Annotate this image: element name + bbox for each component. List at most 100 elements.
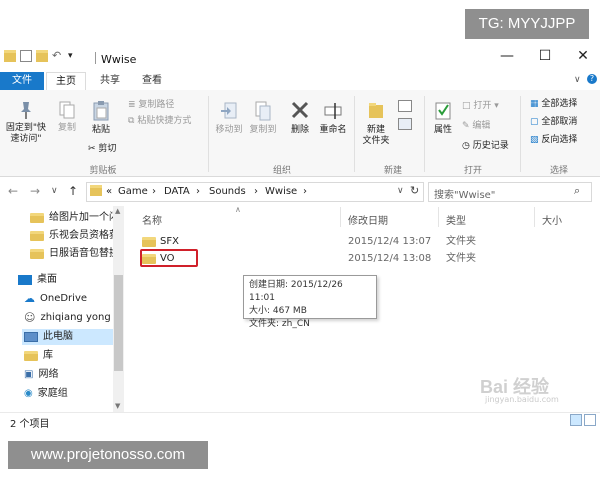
easy-access-icon[interactable] bbox=[398, 118, 412, 130]
rename-label: 重命名 bbox=[319, 125, 347, 135]
new-folder-icon[interactable] bbox=[36, 50, 48, 62]
move-to-button[interactable]: 移动到 bbox=[212, 100, 246, 136]
select-all-button[interactable]: ▦ 全部选择 bbox=[530, 98, 577, 111]
delete-button[interactable]: 删除 bbox=[286, 100, 314, 136]
nav-item-pinned-2[interactable]: 乐视会员资格获 bbox=[30, 228, 119, 244]
copy-button[interactable]: 复制 bbox=[54, 100, 80, 134]
maximize-button[interactable]: ☐ bbox=[531, 48, 559, 68]
cut-label: 剪切 bbox=[98, 144, 117, 154]
folder-icon[interactable] bbox=[4, 50, 16, 62]
select-none-button[interactable]: ▢ 全部取消 bbox=[530, 116, 577, 129]
breadcrumb-sep[interactable]: › bbox=[196, 186, 200, 197]
table-row[interactable]: SFX 2015/12/4 13:07 文件夹 bbox=[136, 233, 556, 251]
ribbon-collapse-icon[interactable]: ∨ bbox=[574, 75, 581, 85]
new-folder-label: 新建 文件夹 bbox=[362, 125, 390, 146]
breadcrumb-sounds[interactable]: Sounds bbox=[209, 186, 246, 197]
nav-item-pinned-1[interactable]: 给图片加一个闪 bbox=[30, 210, 119, 226]
file-type: 文件夹 bbox=[446, 253, 476, 264]
undo-icon[interactable]: ↶ bbox=[52, 50, 64, 62]
watermark-top: TG: MYYJJPP bbox=[465, 9, 589, 39]
select-all-label: 全部选择 bbox=[541, 99, 578, 109]
column-divider[interactable] bbox=[534, 207, 535, 227]
organize-group-label: 组织 bbox=[272, 166, 291, 176]
column-header-name[interactable]: 名称 bbox=[142, 212, 162, 227]
tooltip-folders: 文件夹: zh_CN bbox=[249, 319, 310, 329]
rename-button[interactable]: 重命名 bbox=[316, 100, 350, 136]
nav-item-desktop[interactable]: 桌面 bbox=[18, 272, 57, 288]
group-separator bbox=[354, 96, 355, 172]
details-view-icon[interactable] bbox=[570, 414, 582, 426]
paste-shortcut-icon: ⧉ bbox=[128, 116, 135, 126]
search-icon[interactable]: ⌕ bbox=[574, 184, 580, 198]
nav-item-network[interactable]: ▣ 网络 bbox=[24, 367, 58, 383]
tab-view[interactable]: 查看 bbox=[138, 72, 166, 90]
copy-to-button[interactable]: 复制到 bbox=[246, 100, 280, 136]
column-header-type[interactable]: 类型 bbox=[446, 212, 466, 227]
tab-file[interactable]: 文件 bbox=[0, 72, 44, 90]
forward-button[interactable]: → bbox=[30, 184, 40, 198]
large-icons-view-icon[interactable] bbox=[584, 414, 596, 426]
breadcrumb-wwise[interactable]: Wwise bbox=[265, 186, 297, 197]
help-icon[interactable]: ? bbox=[587, 74, 597, 84]
breadcrumb-sep[interactable]: › bbox=[254, 186, 258, 197]
copy-path-button[interactable]: ≣ 复制路径 bbox=[128, 99, 174, 112]
nav-scrollbar-thumb[interactable] bbox=[114, 275, 123, 371]
move-to-icon bbox=[221, 102, 237, 119]
nav-item-user[interactable]: ☺ zhiqiang yong bbox=[24, 310, 111, 326]
paste-shortcut-button[interactable]: ⧉ 粘贴快捷方式 bbox=[128, 115, 191, 128]
ribbon-tabs bbox=[0, 72, 600, 91]
history-button[interactable]: ◷ 历史记录 bbox=[462, 140, 509, 153]
minimize-button[interactable]: — bbox=[493, 48, 521, 68]
table-row[interactable]: VO 2015/12/4 13:08 文件夹 bbox=[136, 250, 556, 268]
cut-button[interactable]: ✂ 剪切 bbox=[88, 143, 116, 156]
properties-icon[interactable] bbox=[20, 50, 32, 62]
new-item-icon[interactable] bbox=[398, 100, 412, 112]
address-dropdown-icon[interactable]: ∨ bbox=[397, 186, 404, 196]
scroll-up-icon[interactable]: ▲ bbox=[115, 207, 120, 215]
refresh-icon[interactable]: ↻ bbox=[410, 184, 419, 197]
paste-shortcut-label: 粘贴快捷方式 bbox=[137, 116, 192, 126]
properties-label: 属性 bbox=[433, 125, 452, 135]
file-modified: 2015/12/4 13:08 bbox=[348, 253, 432, 264]
open-dropdown-icon: ▾ bbox=[494, 101, 499, 111]
recent-dropdown-icon[interactable]: ∨ bbox=[51, 186, 58, 196]
open-button[interactable]: □ 打开 ▾ bbox=[462, 100, 499, 113]
tooltip-created: 创建日期: 2015/12/26 11:01 bbox=[249, 280, 343, 303]
nav-item-libraries[interactable]: 库 bbox=[24, 348, 53, 364]
folder-icon bbox=[142, 237, 156, 247]
breadcrumb-sep[interactable]: › bbox=[152, 186, 156, 197]
up-button[interactable]: ↑ bbox=[68, 184, 78, 198]
breadcrumb-game[interactable]: Game bbox=[118, 186, 148, 197]
tab-home[interactable]: 主页 bbox=[46, 72, 86, 91]
close-button[interactable]: ✕ bbox=[569, 48, 597, 68]
paste-icon bbox=[93, 101, 109, 121]
new-group-label: 新建 bbox=[383, 166, 402, 176]
paste-button[interactable]: 粘贴 bbox=[86, 100, 116, 136]
nav-item-homegroup[interactable]: ◉ 家庭组 bbox=[24, 386, 68, 402]
invert-selection-button[interactable]: ▧ 反向选择 bbox=[530, 134, 577, 147]
new-folder-button[interactable]: 新建 文件夹 bbox=[358, 100, 394, 147]
tooltip-size: 大小: 467 MB bbox=[249, 306, 307, 316]
breadcrumb-data[interactable]: DATA bbox=[164, 186, 190, 197]
copy-to-icon bbox=[255, 101, 271, 121]
nav-item-this-pc[interactable]: 此电脑 bbox=[22, 329, 114, 345]
qat-dropdown-icon[interactable]: ▾ bbox=[68, 50, 80, 62]
nav-item-pinned-3[interactable]: 日服语音包替换 bbox=[30, 246, 119, 262]
column-divider[interactable] bbox=[438, 207, 439, 227]
breadcrumb-sep[interactable]: › bbox=[303, 186, 307, 197]
column-header-modified[interactable]: 修改日期 bbox=[348, 212, 388, 227]
edit-button[interactable]: ✎ 编辑 bbox=[462, 120, 490, 133]
back-button[interactable]: ← bbox=[8, 184, 18, 198]
column-header-size[interactable]: 大小 bbox=[542, 212, 562, 227]
status-bar bbox=[0, 412, 600, 431]
nav-item-onedrive[interactable]: ☁ OneDrive bbox=[24, 291, 87, 307]
nav-item-label: 家庭组 bbox=[37, 388, 68, 399]
breadcrumb-overflow[interactable]: « bbox=[106, 186, 112, 197]
column-divider[interactable] bbox=[340, 207, 341, 227]
tab-share[interactable]: 共享 bbox=[96, 72, 124, 90]
pin-label: 固定到"快 速访问" bbox=[5, 123, 47, 144]
select-none-icon: ▢ bbox=[530, 117, 539, 127]
scroll-down-icon[interactable]: ▼ bbox=[115, 402, 120, 410]
pin-quick-access-button[interactable]: 固定到"快 速访问" bbox=[4, 100, 48, 145]
properties-button[interactable]: 属性 bbox=[428, 100, 458, 136]
